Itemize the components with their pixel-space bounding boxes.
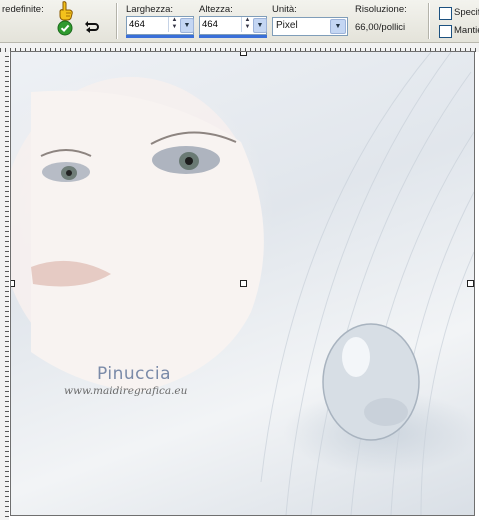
height-spinbox[interactable]: ▲ ▼ ▼ [199, 16, 267, 38]
maintain-checkbox[interactable] [439, 25, 452, 38]
spin-up-icon[interactable]: ▲ [169, 17, 180, 24]
pointing-hand-icon [56, 0, 76, 22]
document-image[interactable]: Pinuccia www.maidiregrafica.eu [10, 51, 475, 516]
width-spinbox[interactable]: ▲ ▼ ▼ [126, 16, 194, 38]
watermark-url: www.maidiregrafica.eu [64, 385, 188, 397]
spin-down-icon[interactable]: ▼ [169, 24, 180, 31]
undo-arrow-icon [85, 21, 99, 33]
chevron-down-icon[interactable]: ▼ [180, 18, 194, 33]
width-focus-underline [126, 35, 194, 38]
tool-options-bar: redefinite: Larghezza: ▲ ▼ ▼ Altezz [0, 0, 479, 43]
units-value: Pixel [276, 20, 298, 31]
units-label: Unità: [272, 4, 297, 15]
resize-handle-left[interactable] [11, 280, 15, 287]
resize-handle-right[interactable] [467, 280, 474, 287]
toolbar-separator [116, 3, 118, 39]
specify-label: Specif [454, 7, 479, 18]
check-circle-icon [57, 20, 73, 36]
chevron-down-icon[interactable]: ▼ [253, 18, 267, 33]
resolution-label: Risoluzione: [355, 4, 407, 15]
width-label: Larghezza: [126, 4, 174, 15]
spin-down-icon[interactable]: ▼ [242, 24, 253, 31]
reset-button[interactable] [83, 18, 101, 36]
watermark-name: Pinuccia [97, 364, 171, 384]
height-input[interactable] [200, 17, 242, 32]
chevron-down-icon[interactable]: ▼ [330, 19, 346, 34]
resize-handle-top[interactable] [240, 52, 247, 56]
height-spin-arrows[interactable]: ▲ ▼ [241, 17, 253, 32]
spin-up-icon[interactable]: ▲ [242, 17, 253, 24]
height-label: Altezza: [199, 4, 233, 15]
width-input[interactable] [127, 17, 169, 32]
resize-handle-center[interactable] [240, 280, 247, 287]
units-select[interactable]: Pixel ▼ [272, 17, 348, 36]
resolution-value: 66,00/pollici [355, 22, 406, 33]
presets-label: redefinite: [2, 4, 44, 15]
toolbar-separator [428, 3, 430, 39]
specify-checkbox[interactable] [439, 7, 452, 20]
height-focus-underline [199, 35, 267, 38]
width-spin-arrows[interactable]: ▲ ▼ [168, 17, 180, 32]
left-ruler [0, 52, 9, 520]
maintain-label: Mantie [454, 25, 479, 36]
